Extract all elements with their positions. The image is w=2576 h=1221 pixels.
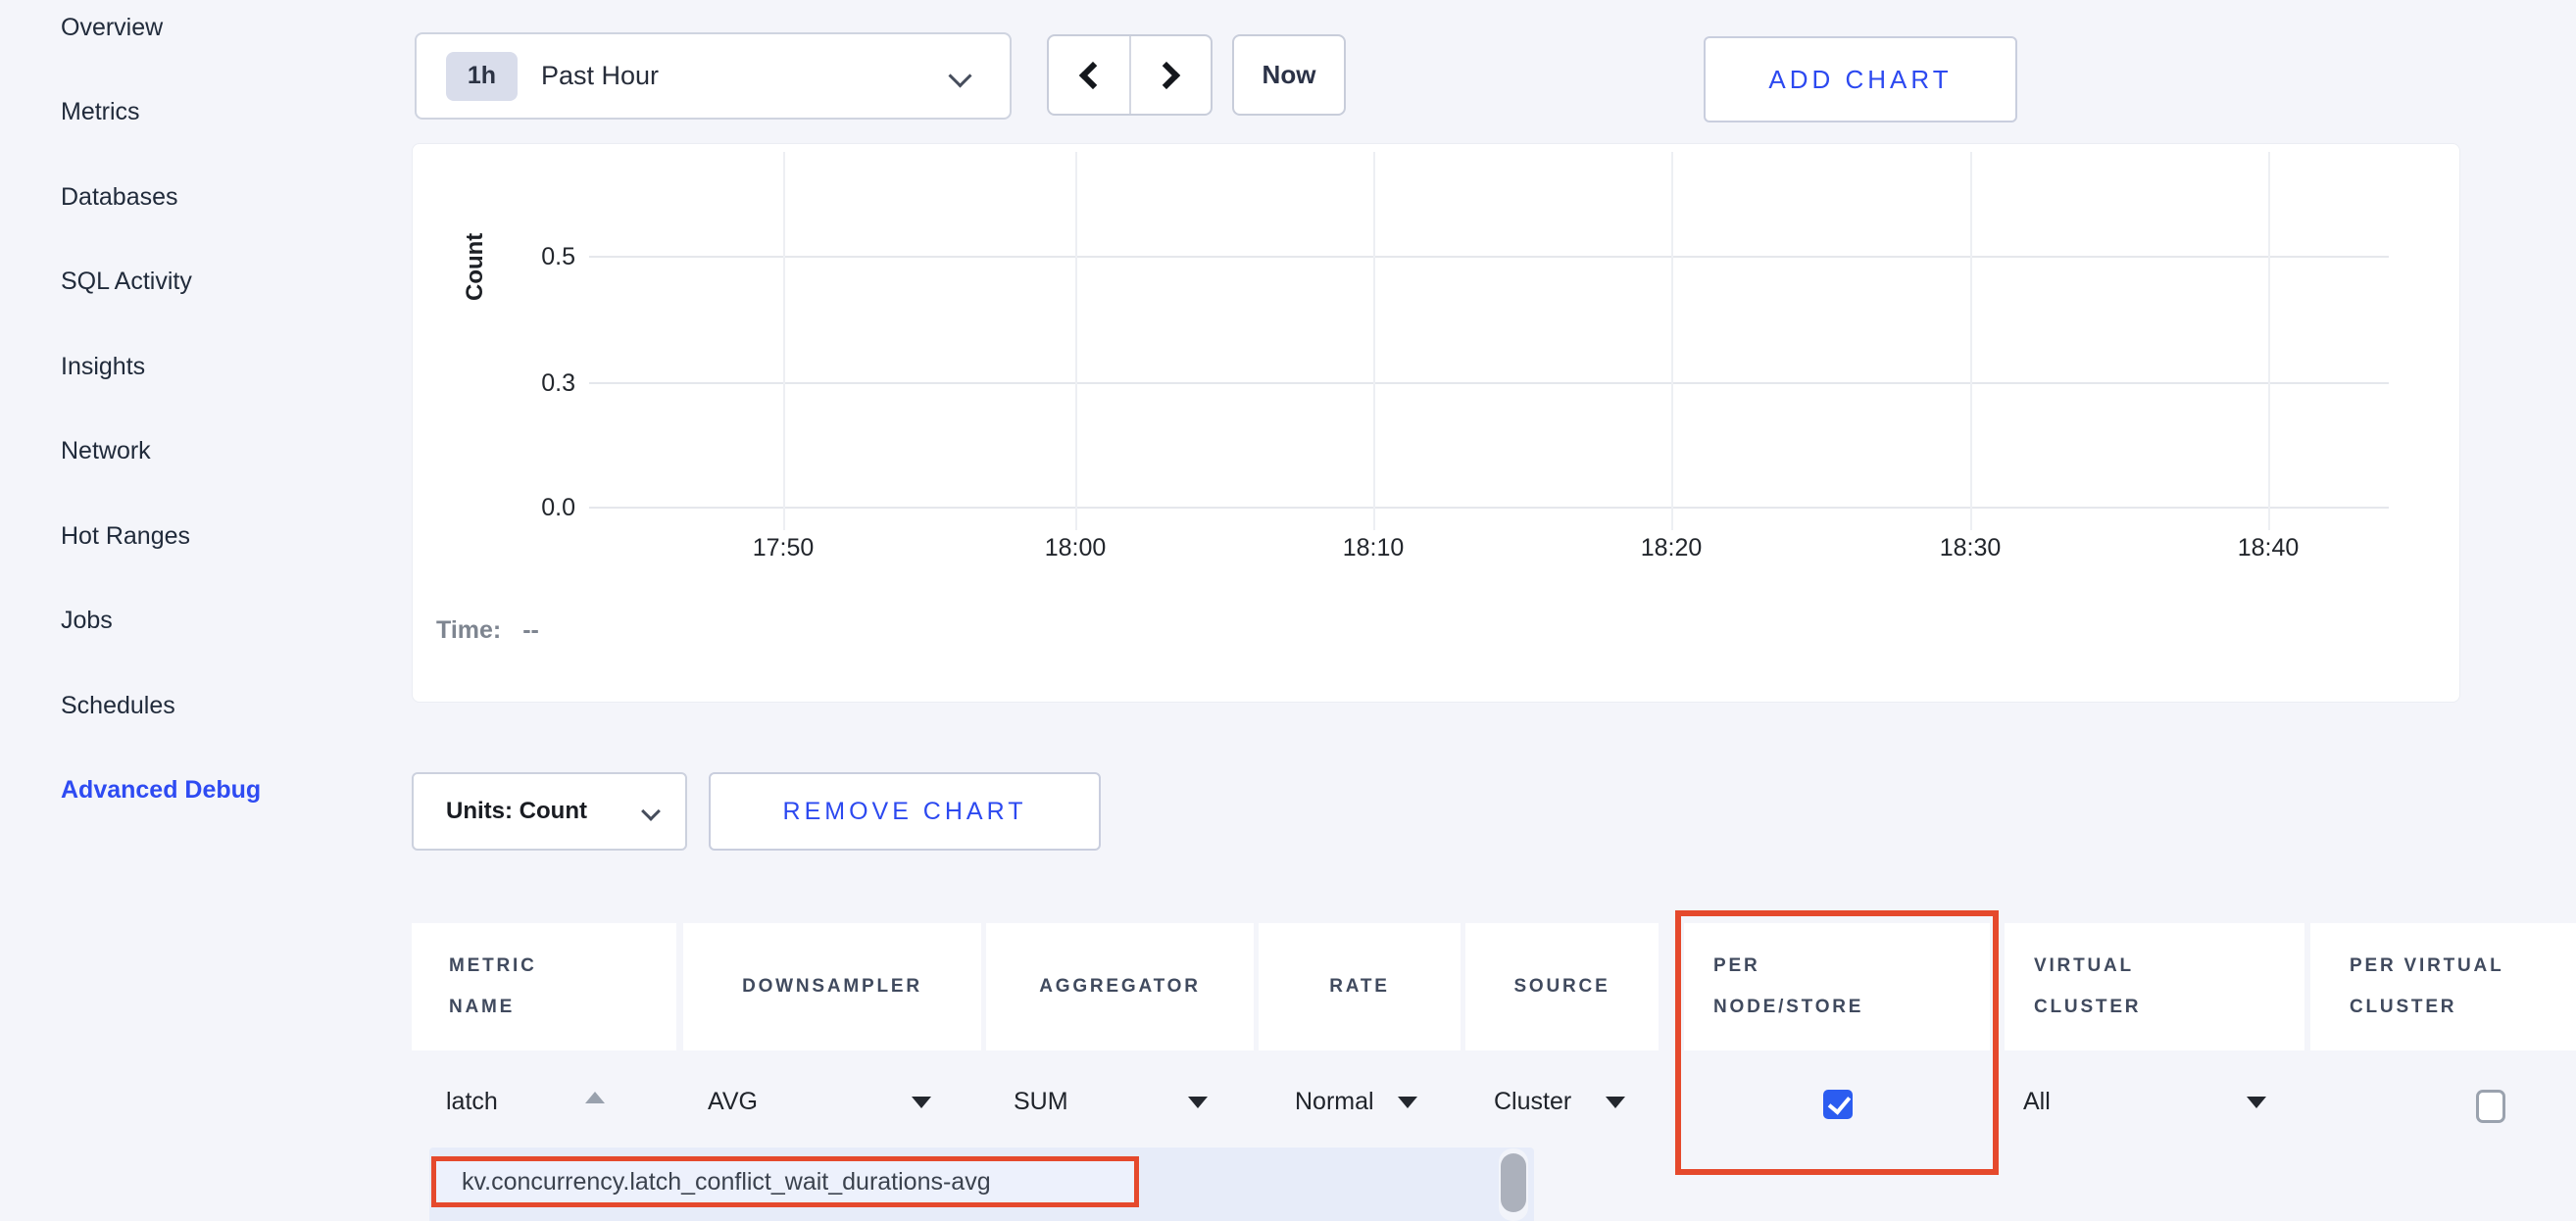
- sidebar-item-overview[interactable]: Overview: [61, 12, 163, 43]
- x-tick-label: 18:10: [1305, 534, 1442, 562]
- y-tick-label: 0.5: [507, 243, 575, 271]
- sidebar-item-jobs[interactable]: Jobs: [61, 605, 113, 636]
- caret-down-icon[interactable]: [912, 1097, 931, 1108]
- custom-chart-card: Count 0.5 0.3 0.0 17:50 18:00 18:10 18:2…: [412, 143, 2460, 703]
- chevron-right-icon: [1153, 61, 1180, 88]
- sidebar-item-metrics[interactable]: Metrics: [61, 96, 140, 127]
- x-tick-label: 18:30: [1902, 534, 2039, 562]
- time-value: --: [522, 616, 539, 644]
- y-tick-label: 0.0: [507, 494, 575, 522]
- x-tick-label: 17:50: [715, 534, 852, 562]
- per-virtual-cluster-checkbox[interactable]: [2476, 1090, 2505, 1123]
- per-node-store-checkbox[interactable]: [1823, 1090, 1853, 1119]
- gridline: [589, 507, 2389, 509]
- metric-name-input[interactable]: latch: [446, 1088, 498, 1116]
- chevron-left-icon: [1079, 61, 1107, 88]
- time-label: Time:: [436, 616, 501, 644]
- add-chart-button[interactable]: ADD CHART: [1704, 36, 2017, 122]
- sidebar-item-databases[interactable]: Databases: [61, 181, 178, 213]
- x-tick-label: 18:20: [1603, 534, 1740, 562]
- prev-time-window-button[interactable]: [1049, 36, 1131, 114]
- sidebar-item-schedules[interactable]: Schedules: [61, 690, 175, 721]
- units-select-label: Units: Count: [446, 798, 587, 825]
- now-button[interactable]: Now: [1232, 34, 1346, 116]
- y-axis-label: Count: [462, 233, 489, 301]
- dropdown-scrollbar-thumb[interactable]: [1501, 1153, 1526, 1212]
- caret-down-icon[interactable]: [1398, 1097, 1417, 1108]
- time-range-select[interactable]: 1h Past Hour: [415, 32, 1012, 120]
- source-select[interactable]: Cluster: [1494, 1088, 1571, 1116]
- gridline: [1075, 152, 1077, 530]
- sidebar-item-hot-ranges[interactable]: Hot Ranges: [61, 520, 190, 552]
- gridline: [589, 256, 2389, 258]
- column-header-virtual-cluster: VIRTUAL CLUSTER: [2005, 923, 2304, 1050]
- time-range-badge: 1h: [446, 52, 518, 101]
- column-header-rate: RATE: [1259, 923, 1461, 1050]
- column-header-per-virtual-cluster: PER VIRTUAL CLUSTER: [2310, 923, 2576, 1050]
- advanced-debug-custom-chart-page: Overview Metrics Databases SQL Activity …: [0, 0, 2576, 1221]
- caret-down-icon[interactable]: [1606, 1097, 1625, 1108]
- autocomplete-suggestion[interactable]: kv.concurrency.latch_conflict_wait_durat…: [431, 1156, 1139, 1207]
- y-tick-label: 0.3: [507, 369, 575, 398]
- aggregator-select[interactable]: SUM: [1014, 1088, 1068, 1116]
- next-time-window-button[interactable]: [1131, 36, 1212, 114]
- suggestion-label: kv.concurrency.latch_conflict_wait_durat…: [462, 1168, 991, 1197]
- virtual-cluster-select[interactable]: All: [2023, 1088, 2051, 1116]
- chevron-down-icon: [641, 802, 661, 821]
- sidebar-item-network[interactable]: Network: [61, 435, 151, 466]
- sidebar-item-insights[interactable]: Insights: [61, 351, 145, 382]
- gridline: [1970, 152, 1972, 530]
- column-header-aggregator: AGGREGATOR: [986, 923, 1254, 1050]
- column-header-downsampler: DOWNSAMPLER: [683, 923, 981, 1050]
- x-tick-label: 18:40: [2200, 534, 2337, 562]
- column-header-metric-name: METRIC NAME: [412, 923, 676, 1050]
- gridline: [1671, 152, 1673, 530]
- remove-chart-button[interactable]: REMOVE CHART: [709, 772, 1101, 851]
- gridline: [2268, 152, 2270, 530]
- x-tick-label: 18:00: [1007, 534, 1144, 562]
- units-select[interactable]: Units: Count: [412, 772, 687, 851]
- gridline: [589, 382, 2389, 384]
- column-header-source: SOURCE: [1465, 923, 1659, 1050]
- caret-up-icon[interactable]: [585, 1092, 605, 1103]
- sidebar-item-advanced-debug[interactable]: Advanced Debug: [61, 774, 261, 806]
- downsampler-select[interactable]: AVG: [708, 1088, 758, 1116]
- chevron-down-icon: [948, 64, 971, 87]
- caret-down-icon[interactable]: [2247, 1097, 2266, 1108]
- time-range-label: Past Hour: [541, 61, 659, 91]
- hover-time-readout: Time: --: [436, 616, 539, 645]
- rate-select[interactable]: Normal: [1295, 1088, 1374, 1116]
- gridline: [1373, 152, 1375, 530]
- column-header-per-node-store: PER NODE/STORE: [1684, 923, 1990, 1050]
- caret-down-icon[interactable]: [1188, 1097, 1208, 1108]
- time-window-arrows: [1047, 34, 1213, 116]
- gridline: [783, 152, 785, 530]
- sidebar-item-sql-activity[interactable]: SQL Activity: [61, 266, 192, 297]
